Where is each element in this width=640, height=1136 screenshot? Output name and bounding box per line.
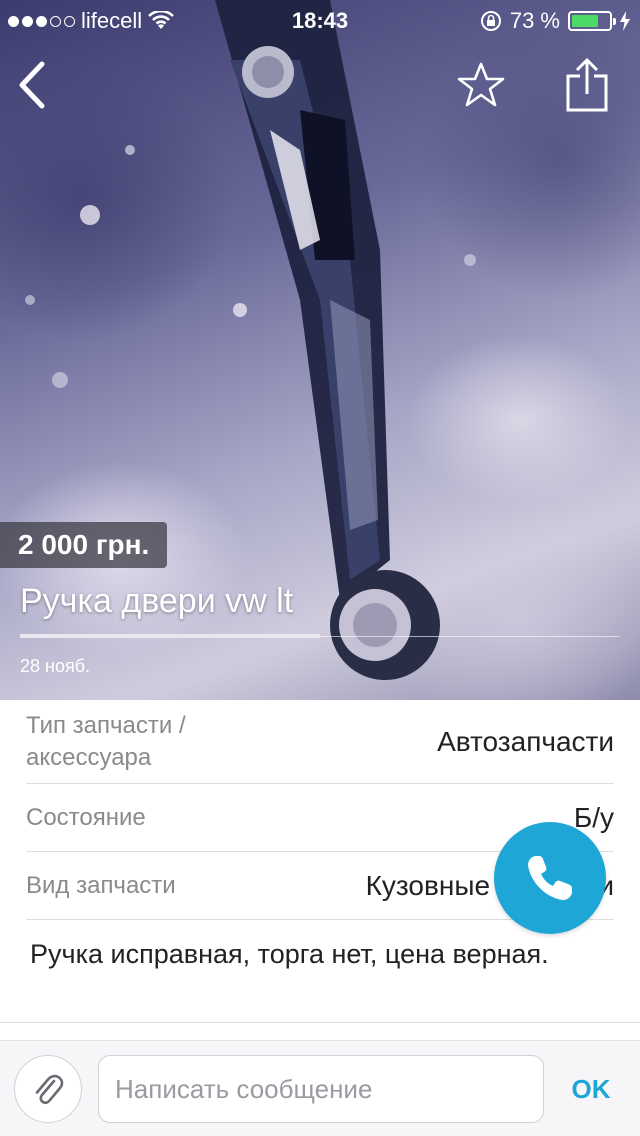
message-input[interactable] — [98, 1055, 544, 1123]
battery-icon — [568, 11, 616, 31]
chevron-left-icon — [19, 61, 45, 109]
star-icon — [457, 62, 505, 107]
charging-bolt-icon — [620, 11, 630, 31]
message-composer: OK — [0, 1040, 640, 1136]
back-button[interactable] — [14, 60, 54, 110]
detail-label: Состояние — [26, 803, 146, 831]
listing-date: 28 нояб. — [20, 656, 91, 676]
detail-row-part-type: Тип запчасти / аксессуара Автозапчасти — [26, 700, 614, 784]
status-bar: lifecell 18:43 73 % — [0, 0, 640, 40]
favorite-button[interactable] — [456, 60, 506, 110]
detail-label: Тип запчасти / аксессуара — [26, 711, 186, 771]
battery-level — [572, 15, 599, 27]
detail-label: Вид запчасти — [26, 871, 176, 899]
photo-pager-indicator — [20, 634, 320, 638]
orientation-lock-icon — [480, 11, 501, 31]
attach-button[interactable] — [14, 1055, 82, 1123]
detail-value: Б/у — [573, 801, 614, 833]
phone-icon — [528, 856, 572, 900]
listing-photo[interactable]: lifecell 18:43 73 % 2 000 грн. Ручка две… — [0, 0, 640, 700]
listing-title: Ручка двери vw lt — [20, 582, 294, 620]
send-button[interactable]: OK — [556, 1055, 626, 1123]
battery-percent: 73 % — [509, 8, 560, 33]
call-button[interactable] — [494, 822, 606, 934]
share-icon — [566, 57, 608, 112]
share-button[interactable] — [562, 56, 612, 114]
paperclip-icon — [35, 1074, 64, 1104]
status-right: 73 % — [480, 8, 630, 34]
divider — [0, 1022, 640, 1023]
price-tag: 2 000 грн. — [0, 522, 168, 568]
listing-description: Ручка исправная, торга нет, цена верная. — [30, 939, 549, 969]
detail-value: Автозапчасти — [437, 725, 614, 757]
